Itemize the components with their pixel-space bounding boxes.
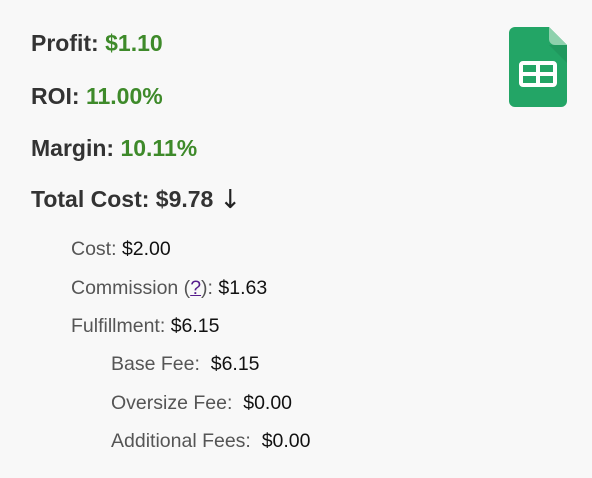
additional-fees-value: $0.00 [261, 430, 311, 452]
oversize-fee-line: Oversize Fee: $0.00 [111, 391, 292, 415]
commission-value: $1.63 [218, 277, 268, 299]
additional-fees-line: Additional Fees: $0.00 [111, 429, 311, 453]
commission-help-link[interactable]: ? [190, 277, 201, 299]
roi-label: ROI: [31, 83, 86, 109]
roi-value: 11.00% [85, 83, 163, 109]
cost-value: $2.00 [121, 238, 171, 260]
total-cost-label: Total Cost: [31, 186, 156, 212]
total-cost-row: Total Cost: $9.78 ↓ [31, 185, 241, 215]
cost-label: Cost: [71, 238, 122, 260]
cost-line: Cost: $2.00 [71, 237, 171, 261]
profit-label: Profit: [31, 30, 106, 56]
margin-value: 10.11% [120, 135, 198, 161]
fulfillment-value: $6.15 [170, 315, 220, 337]
fulfillment-label: Fulfillment: [71, 315, 171, 337]
commission-line: Commission (?): $1.63 [71, 276, 267, 300]
base-fee-label: Base Fee: [111, 353, 206, 375]
google-sheets-icon[interactable] [509, 27, 567, 107]
margin-row: Margin: 10.11% [31, 135, 197, 162]
margin-label: Margin: [31, 135, 121, 161]
additional-fees-label: Additional Fees: [111, 430, 257, 452]
commission-label-suffix: ): [201, 277, 219, 299]
commission-label: Commission ( [71, 277, 191, 299]
base-fee-line: Base Fee: $6.15 [111, 352, 260, 376]
fulfillment-line: Fulfillment: $6.15 [71, 314, 220, 338]
expand-arrow-icon[interactable]: ↓ [219, 185, 241, 215]
base-fee-value: $6.15 [210, 353, 260, 375]
oversize-fee-value: $0.00 [243, 392, 293, 414]
total-cost-value: $9.78 [155, 186, 214, 212]
profit-row: Profit: $1.10 [31, 30, 163, 57]
roi-row: ROI: 11.00% [31, 83, 163, 110]
profit-value: $1.10 [105, 30, 163, 56]
oversize-fee-label: Oversize Fee: [111, 392, 238, 414]
